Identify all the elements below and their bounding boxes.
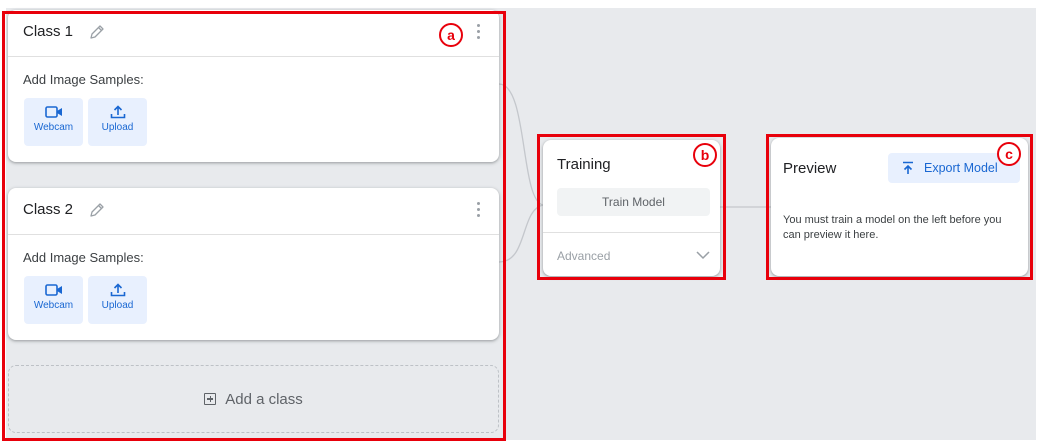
highlight-box-c [766, 134, 1033, 280]
annotation-badge-a: a [439, 23, 463, 47]
annotation-badge-b: b [693, 143, 717, 167]
highlight-box-a [2, 11, 506, 441]
annotation-badge-c: c [997, 142, 1021, 166]
